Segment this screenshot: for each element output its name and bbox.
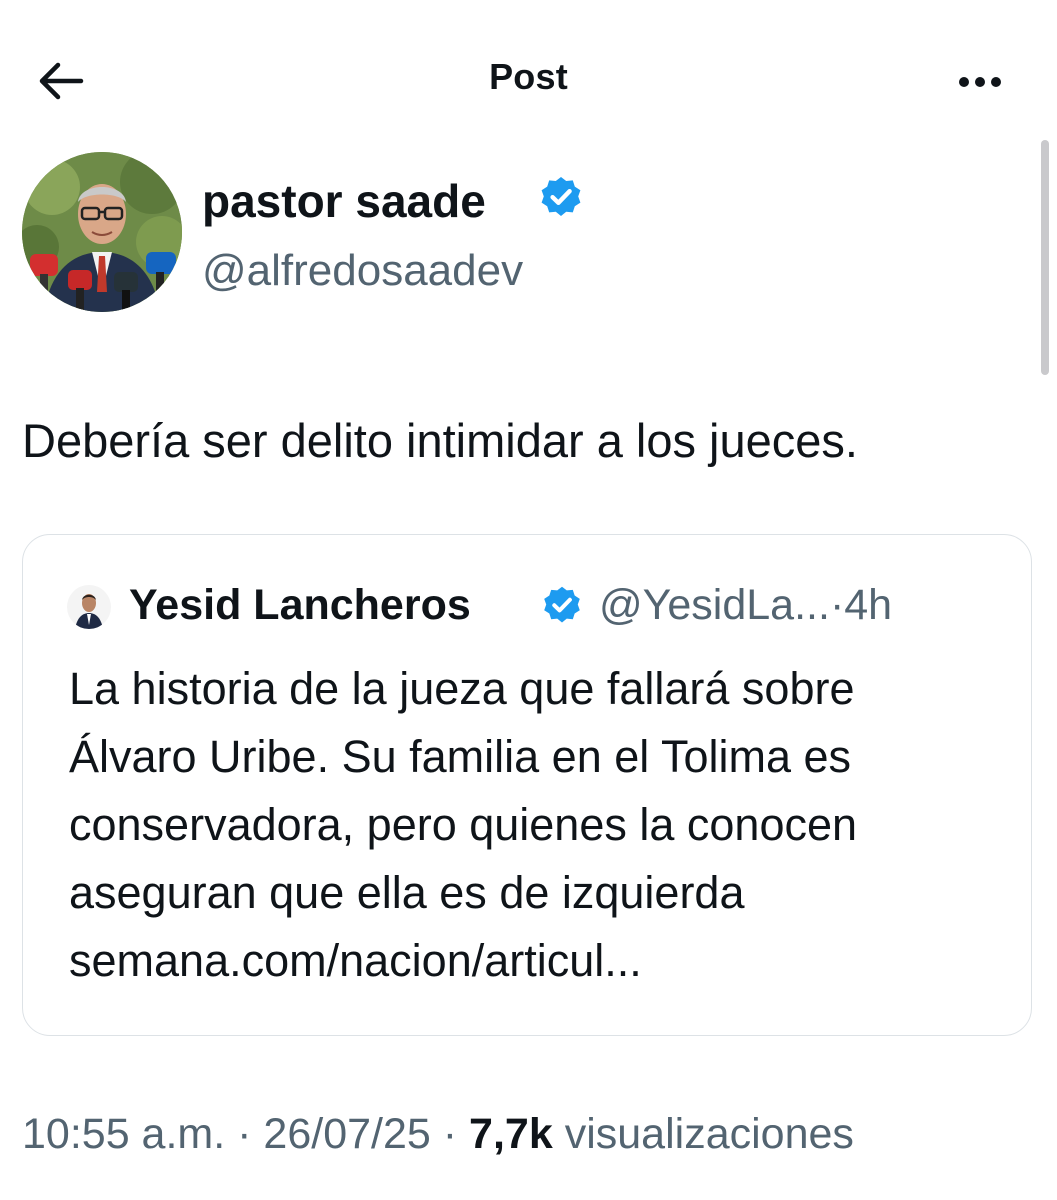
author-handle[interactable]: @alfredosaadev xyxy=(202,246,523,296)
dot-separator: · xyxy=(829,581,845,629)
author-name[interactable]: pastor saade xyxy=(202,174,486,228)
page-title: Post xyxy=(489,56,568,97)
top-bar: Post xyxy=(0,0,1057,140)
quoted-post-time: 4h xyxy=(844,581,893,629)
quoted-text-line: conservadora, pero quienes la conocen xyxy=(69,799,858,850)
more-horizontal-icon[interactable] xyxy=(950,62,1010,102)
verified-badge-icon xyxy=(544,586,580,623)
verified-badge-icon xyxy=(541,177,581,216)
views-label: visualizaciones xyxy=(564,1110,854,1158)
quoted-tweet-card[interactable]: Yesid Lancheros @YesidLa...·4h La histor… xyxy=(22,534,1032,1036)
quoted-text-line: aseguran que ella es de izquierda xyxy=(69,867,745,918)
quoted-link[interactable]: semana.com/nacion/articul... xyxy=(69,927,1009,995)
quoted-text-line: La historia de la jueza que fallará sobr… xyxy=(69,663,855,714)
quoted-author-avatar xyxy=(67,585,111,629)
author-avatar[interactable] xyxy=(22,152,182,312)
post-time[interactable]: 10:55 a.m. xyxy=(22,1110,225,1158)
scrollbar-thumb[interactable] xyxy=(1041,140,1049,375)
post-date[interactable]: 26/07/25 xyxy=(263,1110,430,1158)
quoted-handle-and-time: @YesidLa...·4h xyxy=(599,581,892,630)
quoted-author-handle: @YesidLa... xyxy=(599,581,830,629)
dot-separator: · xyxy=(442,1110,458,1158)
quoted-author-name: Yesid Lancheros xyxy=(129,581,471,629)
quoted-text-line: Álvaro Uribe. Su familia en el Tolima es xyxy=(69,731,852,782)
post-metadata: 10:55 a.m. · 26/07/25 · 7,7k visualizaci… xyxy=(22,1110,854,1159)
views-count: 7,7k xyxy=(469,1110,553,1158)
dot-separator: · xyxy=(237,1110,252,1158)
tweet-text: Debería ser delito intimidar a los juece… xyxy=(22,414,858,467)
quoted-tweet-text: La historia de la jueza que fallará sobr… xyxy=(69,655,1009,995)
